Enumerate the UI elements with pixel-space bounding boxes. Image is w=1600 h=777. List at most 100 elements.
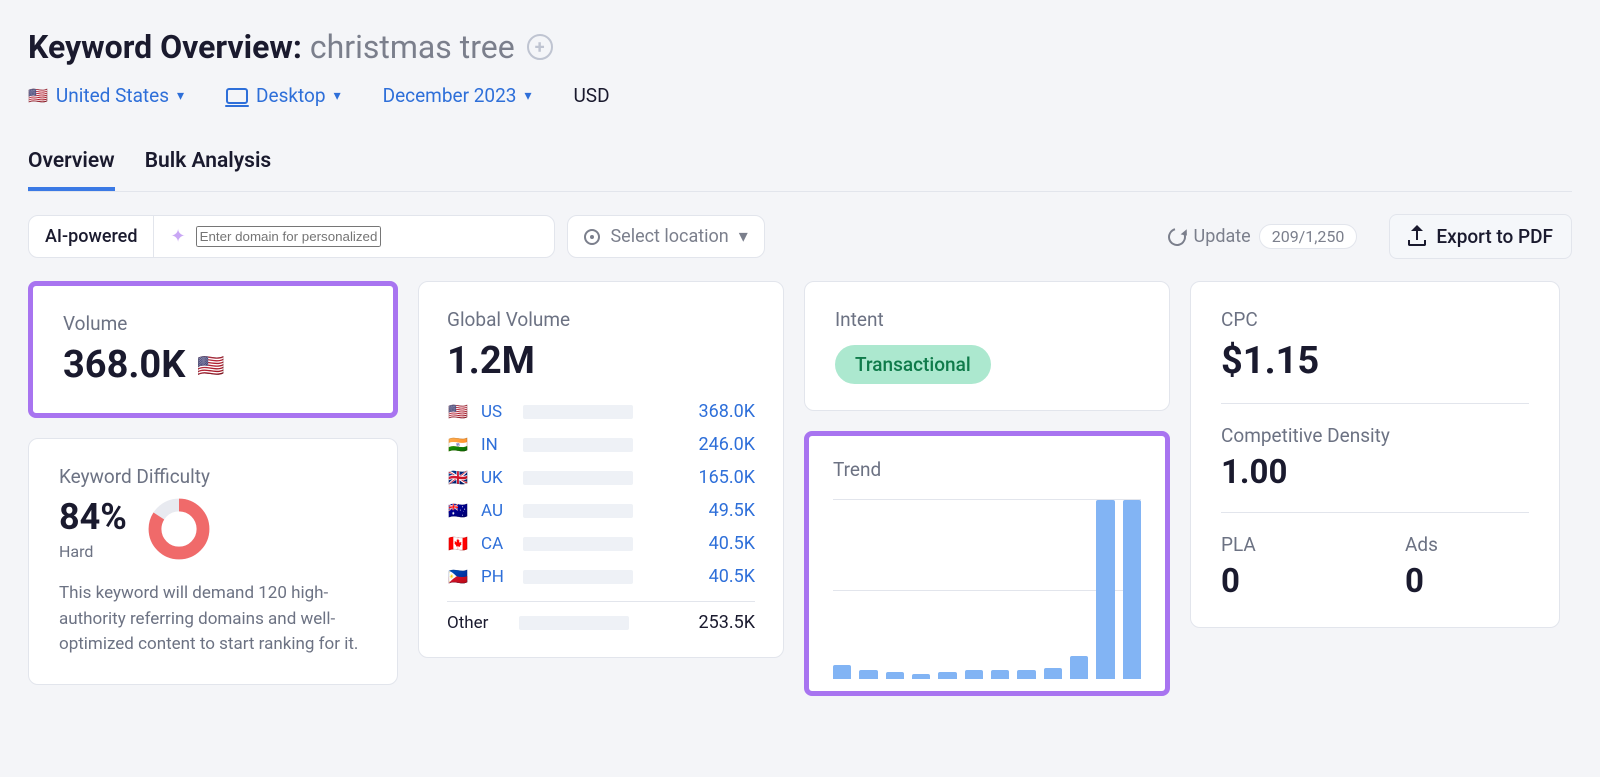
trend-bar [938,672,956,679]
device-filter[interactable]: Desktop ▾ [226,84,341,107]
kd-donut-chart [147,497,211,561]
gv-other-value: 253.5K [641,612,755,633]
title-prefix: Keyword Overview: [28,28,302,66]
sparkle-icon: ✦ [170,226,185,247]
gv-value: 165.0K [645,467,755,488]
uk-flag-icon [447,470,469,486]
trend-bar [1044,668,1062,679]
cpc-panel: CPC $1.15 Competitive Density 1.00 PLA 0… [1190,281,1560,628]
global-volume-total: 1.2M [447,339,535,383]
cpc-value: $1.15 [1221,339,1319,383]
upload-icon [1408,228,1426,246]
trend-bar [1096,500,1114,679]
us-flag-icon [28,88,48,104]
keyword-difficulty-card: Keyword Difficulty 84% Hard This keyword… [28,438,398,685]
country-filter[interactable]: United States ▾ [28,84,184,107]
device-filter-label: Desktop [256,84,326,107]
gv-country-code: UK [481,468,511,488]
pla-value: 0 [1221,562,1345,601]
trend-bar [1017,670,1035,679]
kd-difficulty-label: Hard [59,542,127,561]
trend-bar [859,670,877,679]
intent-title: Intent [835,308,1139,331]
cpc-title: CPC [1221,308,1529,331]
domain-input[interactable] [196,226,381,247]
chevron-down-icon: ▾ [334,88,341,104]
desktop-icon [226,88,248,104]
global-volume-row[interactable]: AU49.5K [447,494,755,527]
location-placeholder: Select location [610,226,728,247]
trend-bar [912,674,930,679]
ads-value: 0 [1405,562,1529,601]
intent-value: Transactional [835,345,991,384]
trend-card: Trend [804,431,1170,696]
date-filter-label: December 2023 [383,84,517,107]
us-flag-icon [197,356,224,378]
update-count: 209/1,250 [1259,224,1358,249]
gv-country-code: CA [481,534,511,554]
ca-flag-icon [447,536,469,552]
global-volume-title: Global Volume [447,308,755,331]
update-button[interactable]: Update 209/1,250 [1168,224,1358,249]
ph-flag-icon [447,569,469,585]
trend-bar [833,665,851,679]
country-filter-label: United States [56,84,169,107]
gv-country-code: US [481,402,511,422]
chevron-down-icon: ▾ [739,226,748,247]
trend-bar [1070,656,1088,679]
trend-bar [1123,500,1141,679]
reload-icon [1164,224,1189,249]
in-flag-icon [447,437,469,453]
au-flag-icon [447,503,469,519]
export-label: Export to PDF [1436,225,1553,248]
gv-value: 368.0K [645,401,755,422]
volume-card: Volume 368.0K [28,281,398,418]
update-label: Update [1194,226,1251,247]
global-volume-row[interactable]: US 368.0K [447,395,755,428]
trend-title: Trend [833,458,1141,481]
gv-value: 40.5K [645,566,755,587]
chevron-down-icon: ▾ [177,88,184,104]
ads-title: Ads [1405,533,1529,556]
chevron-down-icon: ▾ [524,88,531,104]
gv-value: 246.0K [645,434,755,455]
global-volume-row[interactable]: PH 40.5K [447,560,755,593]
volume-value: 368.0K [63,343,185,387]
gv-country-code: IN [481,435,511,455]
kd-percent: 84% [59,496,127,538]
global-volume-other: Other 253.5K [447,601,755,639]
gv-value: 40.5K [645,533,755,554]
global-volume-row[interactable]: UK 165.0K [447,461,755,494]
date-filter[interactable]: December 2023 ▾ [383,84,532,107]
global-volume-row[interactable]: IN 246.0K [447,428,755,461]
add-keyword-button[interactable]: + [527,34,553,60]
comp-density-value: 1.00 [1221,453,1529,492]
pla-title: PLA [1221,533,1345,556]
tab-bar: Overview Bulk Analysis [28,139,1572,192]
global-volume-card: Global Volume 1.2M US 368.0K IN 246.0K UK 165… [418,281,784,658]
global-volume-row[interactable]: CA 40.5K [447,527,755,560]
kd-description: This keyword will demand 120 high-author… [59,581,367,658]
currency-label: USD [573,84,609,107]
location-select[interactable]: Select location ▾ [567,215,764,258]
tab-overview[interactable]: Overview [28,139,115,191]
gv-other-label: Other [447,613,507,633]
export-pdf-button[interactable]: Export to PDF [1389,214,1572,259]
volume-title: Volume [63,312,363,335]
gv-value: 49.5K [645,500,755,521]
tab-bulk-analysis[interactable]: Bulk Analysis [145,139,272,191]
ai-domain-box: AI-powered ✦ [28,215,555,258]
intent-card: Intent Transactional [804,281,1170,411]
kd-title: Keyword Difficulty [59,465,367,488]
trend-bar-chart [833,499,1141,679]
ai-powered-label: AI-powered [29,216,154,257]
us-flag-icon [447,404,469,420]
comp-density-title: Competitive Density [1221,424,1529,447]
location-icon [584,229,600,245]
gv-country-code: PH [481,567,511,587]
trend-bar [886,672,904,679]
trend-bar [991,670,1009,679]
page-title: Keyword Overview: christmas tree [28,28,515,66]
trend-bar [965,670,983,679]
keyword-name: christmas tree [310,28,515,66]
